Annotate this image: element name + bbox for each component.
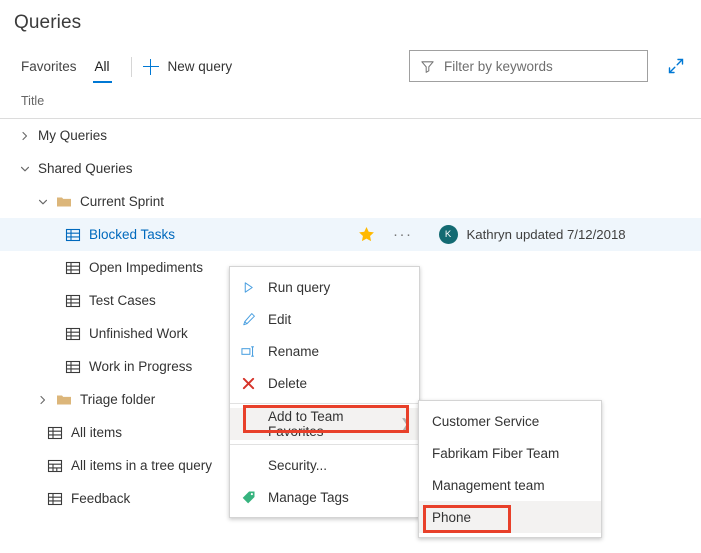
folder-icon: [56, 392, 72, 408]
chevron-right-icon: ❯: [400, 416, 411, 432]
tree-row-label: Work in Progress: [89, 359, 192, 374]
query-grid-icon: [65, 227, 81, 243]
chevron-right-icon[interactable]: [20, 131, 30, 141]
tree-row-blocked-tasks[interactable]: Blocked Tasks ··· K Kathryn updated 7/12…: [0, 218, 701, 251]
tab-favorites-label: Favorites: [21, 59, 77, 74]
rename-icon: [240, 343, 257, 360]
tab-all[interactable]: All: [86, 46, 119, 87]
menu-item-label: Delete: [268, 376, 411, 391]
menu-item-edit[interactable]: Edit: [230, 303, 419, 335]
tree-row-label: All items: [71, 425, 122, 440]
team-favorites-submenu: Customer Service Fabrikam Fiber Team Man…: [418, 400, 602, 538]
menu-item-label: Manage Tags: [268, 490, 411, 505]
red-x-icon: [240, 375, 257, 392]
query-grid-icon: [47, 425, 63, 441]
star-filled-icon[interactable]: [358, 226, 375, 243]
query-grid-icon: [65, 359, 81, 375]
chevron-down-icon[interactable]: [20, 164, 30, 174]
menu-separator: [230, 444, 419, 445]
folder-icon: [56, 194, 72, 210]
menu-item-rename[interactable]: Rename: [230, 335, 419, 367]
query-grid-icon: [65, 293, 81, 309]
tree-row-my-queries[interactable]: My Queries: [0, 119, 701, 152]
chevron-right-icon[interactable]: [38, 395, 48, 405]
tree-row-label: Open Impediments: [89, 260, 203, 275]
submenu-item-customer-service[interactable]: Customer Service: [419, 405, 601, 437]
filter-box[interactable]: [409, 50, 648, 82]
submenu-item-management-team[interactable]: Management team: [419, 469, 601, 501]
grid-column-header: Title: [0, 88, 701, 119]
plus-icon: [143, 59, 159, 75]
search-input[interactable]: [444, 59, 629, 74]
updated-by-text: Kathryn updated 7/12/2018: [467, 227, 626, 242]
tree-row-shared-queries[interactable]: Shared Queries: [0, 152, 701, 185]
pencil-icon: [240, 311, 257, 328]
play-triangle-icon: [240, 279, 257, 296]
menu-separator: [230, 403, 419, 404]
menu-item-label: Add to Team Favorites: [268, 409, 396, 439]
menu-item-security[interactable]: Security...: [230, 449, 419, 481]
tree-row-label: Blocked Tasks: [89, 227, 175, 242]
funnel-icon: [420, 59, 435, 74]
menu-item-add-to-team-favorites[interactable]: Add to Team Favorites ❯: [230, 408, 419, 440]
row-meta: ··· K Kathryn updated 7/12/2018: [358, 218, 626, 251]
submenu-item-label: Phone: [432, 510, 593, 525]
column-header-title: Title: [21, 94, 44, 108]
menu-item-label: Run query: [268, 280, 411, 295]
tree-row-label: Feedback: [71, 491, 130, 506]
more-actions-icon[interactable]: ···: [393, 227, 413, 242]
new-query-button[interactable]: New query: [143, 46, 233, 87]
expand-diagonal-icon[interactable]: [664, 54, 688, 78]
menu-item-label: Rename: [268, 344, 411, 359]
tree-row-label: Shared Queries: [38, 161, 133, 176]
green-tag-icon: [240, 489, 257, 506]
submenu-item-fabrikam-fiber-team[interactable]: Fabrikam Fiber Team: [419, 437, 601, 469]
chevron-down-icon[interactable]: [38, 197, 48, 207]
tree-row-current-sprint[interactable]: Current Sprint: [0, 185, 701, 218]
menu-item-manage-tags[interactable]: Manage Tags: [230, 481, 419, 513]
query-grid-icon: [65, 260, 81, 276]
tree-query-icon: [47, 458, 63, 474]
submenu-item-label: Fabrikam Fiber Team: [432, 446, 593, 461]
submenu-item-phone[interactable]: Phone: [419, 501, 601, 533]
tree-row-label: Unfinished Work: [89, 326, 188, 341]
new-query-label: New query: [168, 59, 233, 74]
menu-item-delete[interactable]: Delete: [230, 367, 419, 399]
tree-row-label: Triage folder: [80, 392, 155, 407]
submenu-item-label: Customer Service: [432, 414, 593, 429]
tree-row-label: All items in a tree query: [71, 458, 212, 473]
tree-row-label: My Queries: [38, 128, 107, 143]
menu-item-label: Edit: [268, 312, 411, 327]
query-grid-icon: [65, 326, 81, 342]
tab-favorites[interactable]: Favorites: [12, 46, 86, 87]
tab-all-label: All: [95, 59, 110, 74]
menu-item-run-query[interactable]: Run query: [230, 271, 419, 303]
context-menu: Run query Edit Rename Delete Add to: [229, 266, 420, 518]
submenu-item-label: Management team: [432, 478, 593, 493]
tree-row-label: Current Sprint: [80, 194, 164, 209]
query-grid-icon: [47, 491, 63, 507]
toolbar-divider: [131, 57, 132, 77]
avatar: K: [439, 225, 458, 244]
tree-row-label: Test Cases: [89, 293, 156, 308]
menu-item-label: Security...: [268, 458, 411, 473]
tab-list: Favorites All New query: [12, 46, 232, 87]
page-title: Queries: [14, 12, 81, 34]
